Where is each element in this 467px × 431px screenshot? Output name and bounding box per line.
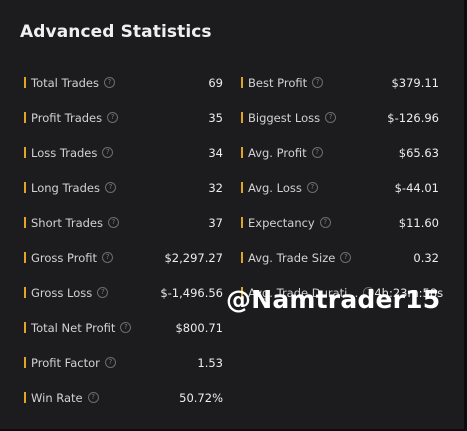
stat-value: 50.72% <box>179 391 223 405</box>
watermark-text: @Namtrader15 <box>226 285 441 314</box>
info-icon[interactable]: ? <box>87 392 99 403</box>
stat-label: Expectancy <box>248 216 315 230</box>
stat-label: Total Net Profit <box>31 321 116 335</box>
accent-bar <box>241 77 243 88</box>
stat-value: 35 <box>208 111 223 125</box>
accent-bar <box>24 322 26 333</box>
stat-label: Gross Loss <box>31 286 93 300</box>
stat-row-expectancy: Expectancy ? $11.60 <box>241 216 439 251</box>
accent-bar <box>24 392 26 403</box>
stat-value: 32 <box>208 181 223 195</box>
stat-row-total-net-profit: Total Net Profit ? $800.71 <box>24 321 223 356</box>
stat-value: $11.60 <box>398 216 439 230</box>
accent-bar <box>241 147 243 158</box>
stat-label: Total Trades <box>31 76 99 90</box>
info-icon[interactable]: ? <box>319 217 331 228</box>
stat-row-short-trades: Short Trades ? 37 <box>24 216 223 251</box>
stat-label: Loss Trades <box>31 146 98 160</box>
stat-label: Long Trades <box>31 181 100 195</box>
accent-bar <box>24 252 26 263</box>
stat-label: Avg. Profit <box>248 146 307 160</box>
accent-bar <box>241 182 243 193</box>
stat-row-long-trades: Long Trades ? 32 <box>24 181 223 216</box>
accent-bar <box>241 252 243 263</box>
stat-row-profit-trades: Profit Trades ? 35 <box>24 111 223 146</box>
info-icon[interactable]: ? <box>102 252 114 263</box>
stat-value: $800.71 <box>175 321 223 335</box>
advanced-statistics-panel: Advanced Statistics Total Trades ? 69 Pr… <box>0 0 467 431</box>
info-icon[interactable]: ? <box>104 77 115 88</box>
info-icon[interactable]: ? <box>104 182 116 193</box>
stat-value: 69 <box>208 76 223 90</box>
left-stats-column: Total Trades ? 69 Profit Trades ? 35 Los… <box>24 76 223 426</box>
info-icon[interactable]: ? <box>107 112 119 123</box>
info-icon[interactable]: ? <box>120 322 132 333</box>
accent-bar <box>24 147 26 158</box>
accent-bar <box>24 217 26 228</box>
stat-label: Profit Trades <box>31 111 103 125</box>
stat-row-biggest-loss: Biggest Loss ? $-126.96 <box>241 111 439 146</box>
stat-label: Win Rate <box>31 391 83 405</box>
info-icon[interactable]: ? <box>104 357 116 368</box>
stat-value: $-1,496.56 <box>160 286 223 300</box>
stat-value: $2,297.27 <box>164 251 223 265</box>
stat-row-loss-trades: Loss Trades ? 34 <box>24 146 223 181</box>
stat-value: 37 <box>208 216 223 230</box>
info-icon[interactable]: ? <box>97 287 109 298</box>
accent-bar <box>24 287 26 298</box>
accent-bar <box>24 112 26 123</box>
panel-title: Advanced Statistics <box>20 22 212 42</box>
stat-row-total-trades: Total Trades ? 69 <box>24 76 223 111</box>
info-icon[interactable]: ? <box>108 217 119 228</box>
accent-bar <box>24 77 26 88</box>
stat-row-avg-profit: Avg. Profit ? $65.63 <box>241 146 439 181</box>
stat-row-gross-loss: Gross Loss ? $-1,496.56 <box>24 286 223 321</box>
stat-label: Short Trades <box>31 216 103 230</box>
info-icon[interactable]: ? <box>340 252 352 263</box>
stat-row-best-profit: Best Profit ? $379.11 <box>241 76 439 111</box>
stat-row-profit-factor: Profit Factor ? 1.53 <box>24 356 223 391</box>
stat-value: 1.53 <box>197 356 223 370</box>
info-icon[interactable]: ? <box>102 147 114 158</box>
info-icon[interactable]: ? <box>306 182 318 193</box>
stat-label: Gross Profit <box>31 251 98 265</box>
stat-value: $65.63 <box>398 146 439 160</box>
info-icon[interactable]: ? <box>312 77 324 88</box>
stat-value: $-44.01 <box>394 181 439 195</box>
stat-value: 0.32 <box>413 251 439 265</box>
stat-label: Avg. Loss <box>248 181 302 195</box>
stat-value: $-126.96 <box>387 111 439 125</box>
accent-bar <box>24 182 26 193</box>
stat-row-avg-trade-size: Avg. Trade Size ? 0.32 <box>241 251 439 286</box>
stat-label: Biggest Loss <box>248 111 321 125</box>
stat-label: Profit Factor <box>31 356 100 370</box>
stat-value: $379.11 <box>391 76 439 90</box>
accent-bar <box>241 217 243 228</box>
stat-value: 34 <box>208 146 223 160</box>
accent-bar <box>241 112 243 123</box>
stat-row-avg-loss: Avg. Loss ? $-44.01 <box>241 181 439 216</box>
stat-row-gross-profit: Gross Profit ? $2,297.27 <box>24 251 223 286</box>
info-icon[interactable]: ? <box>325 112 337 123</box>
accent-bar <box>24 357 26 368</box>
stat-label: Best Profit <box>248 76 308 90</box>
stat-label: Avg. Trade Size <box>248 251 336 265</box>
stat-row-win-rate: Win Rate ? 50.72% <box>24 391 223 426</box>
info-icon[interactable]: ? <box>311 147 323 158</box>
